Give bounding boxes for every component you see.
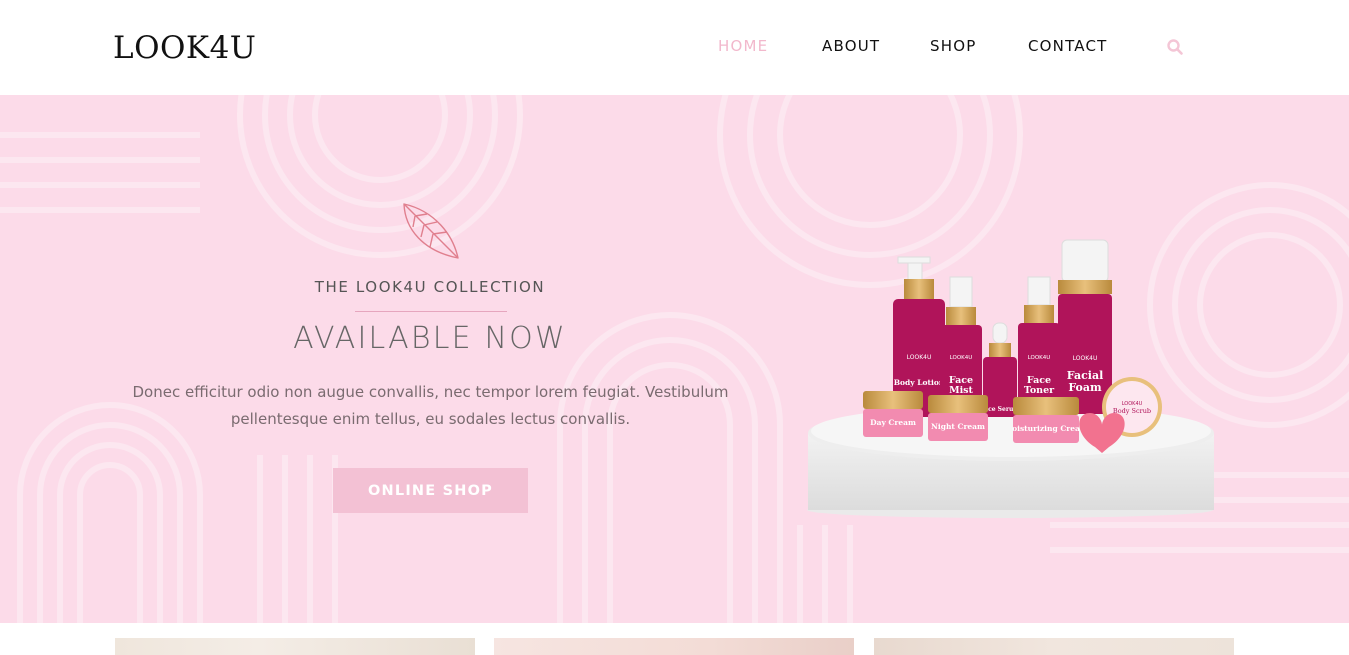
mist-brand-label: LOOK4U [950,355,973,361]
moisturizing-cream-label: oisturizing Crea [1012,424,1080,433]
category-cards-row [0,623,1349,655]
online-shop-button[interactable]: ONLINE SHOP [333,468,528,513]
lotion-name-label: Body Lotion [894,378,945,387]
hero-headline: AVAILABLE NOW [293,321,567,356]
category-card-1[interactable] [115,638,475,655]
leaf-icon [403,203,459,259]
collection-eyebrow: THE LOOK4U COLLECTION [314,278,546,296]
category-card-3[interactable] [874,638,1234,655]
eyebrow-divider [355,311,507,312]
nav-about[interactable]: ABOUT [822,36,880,56]
mist-name-label-2: Mist [949,385,973,396]
nav-home[interactable]: HOME [718,36,768,56]
lotion-brand-label: LOOK4U [907,354,932,361]
toner-brand-label: LOOK4U [1028,355,1051,361]
hero-banner: THE LOOK4U COLLECTION AVAILABLE NOW Done… [0,95,1349,623]
foam-brand-label: LOOK4U [1073,355,1098,362]
night-cream-label: Night Cream [931,422,985,431]
site-header: LOOK4U HOME ABOUT SHOP CONTACT [0,0,1349,95]
search-icon[interactable] [1166,38,1184,56]
day-cream-label: Day Cream [870,418,916,427]
nav-contact[interactable]: CONTACT [1028,36,1108,56]
hero-description-line-2: pellentesque enim tellus, eu sodales lec… [230,410,631,428]
foam-name-label-2: Foam [1068,381,1102,394]
product-display-image: LOOK4U Facial Foam LOOK4U Body Lotion LO… [807,239,1214,518]
main-nav: HOME ABOUT SHOP CONTACT [0,36,1349,58]
category-card-2[interactable] [494,638,854,655]
hero-description: Donec efficitur odio non augue convallis… [128,379,733,433]
scrub-name-label: Body Scrub [1113,407,1151,415]
toner-name-label-2: Toner [1024,385,1055,396]
nav-shop[interactable]: SHOP [930,36,976,56]
hero-description-line-1: Donec efficitur odio non augue convallis… [132,383,729,401]
